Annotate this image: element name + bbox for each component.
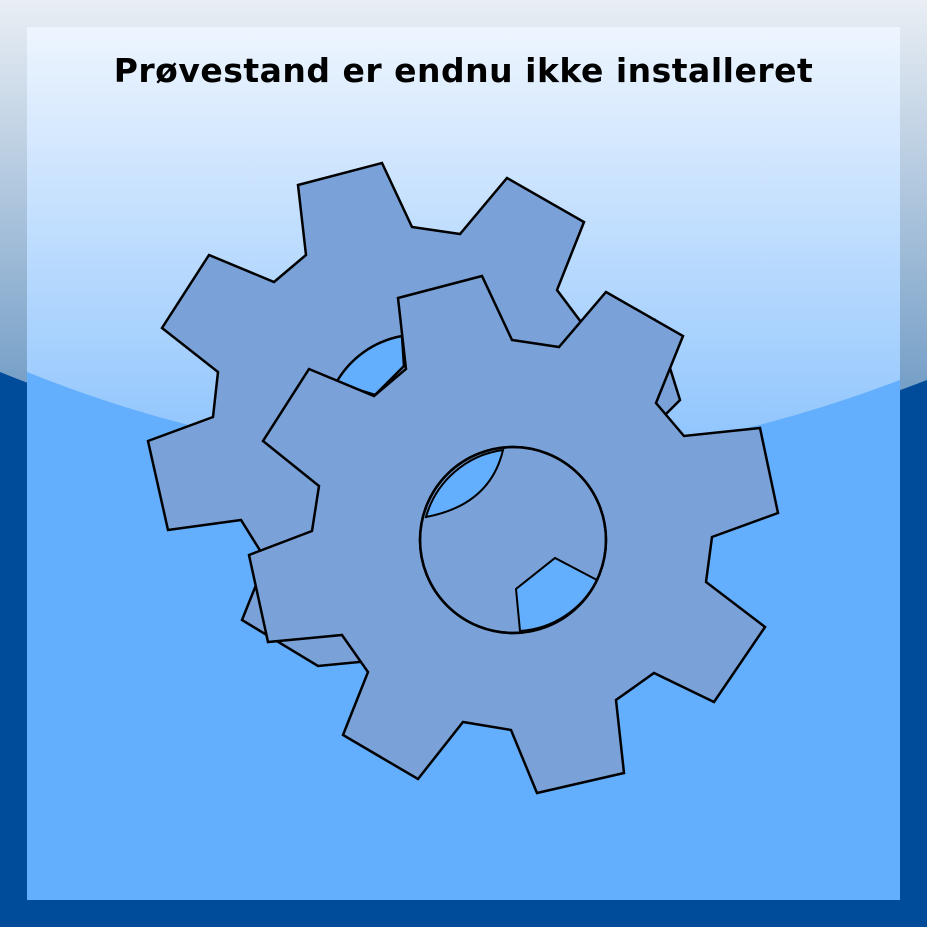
gears-icon xyxy=(146,161,780,795)
placeholder-frame: Prøvestand er endnu ikke installeret xyxy=(0,0,927,927)
